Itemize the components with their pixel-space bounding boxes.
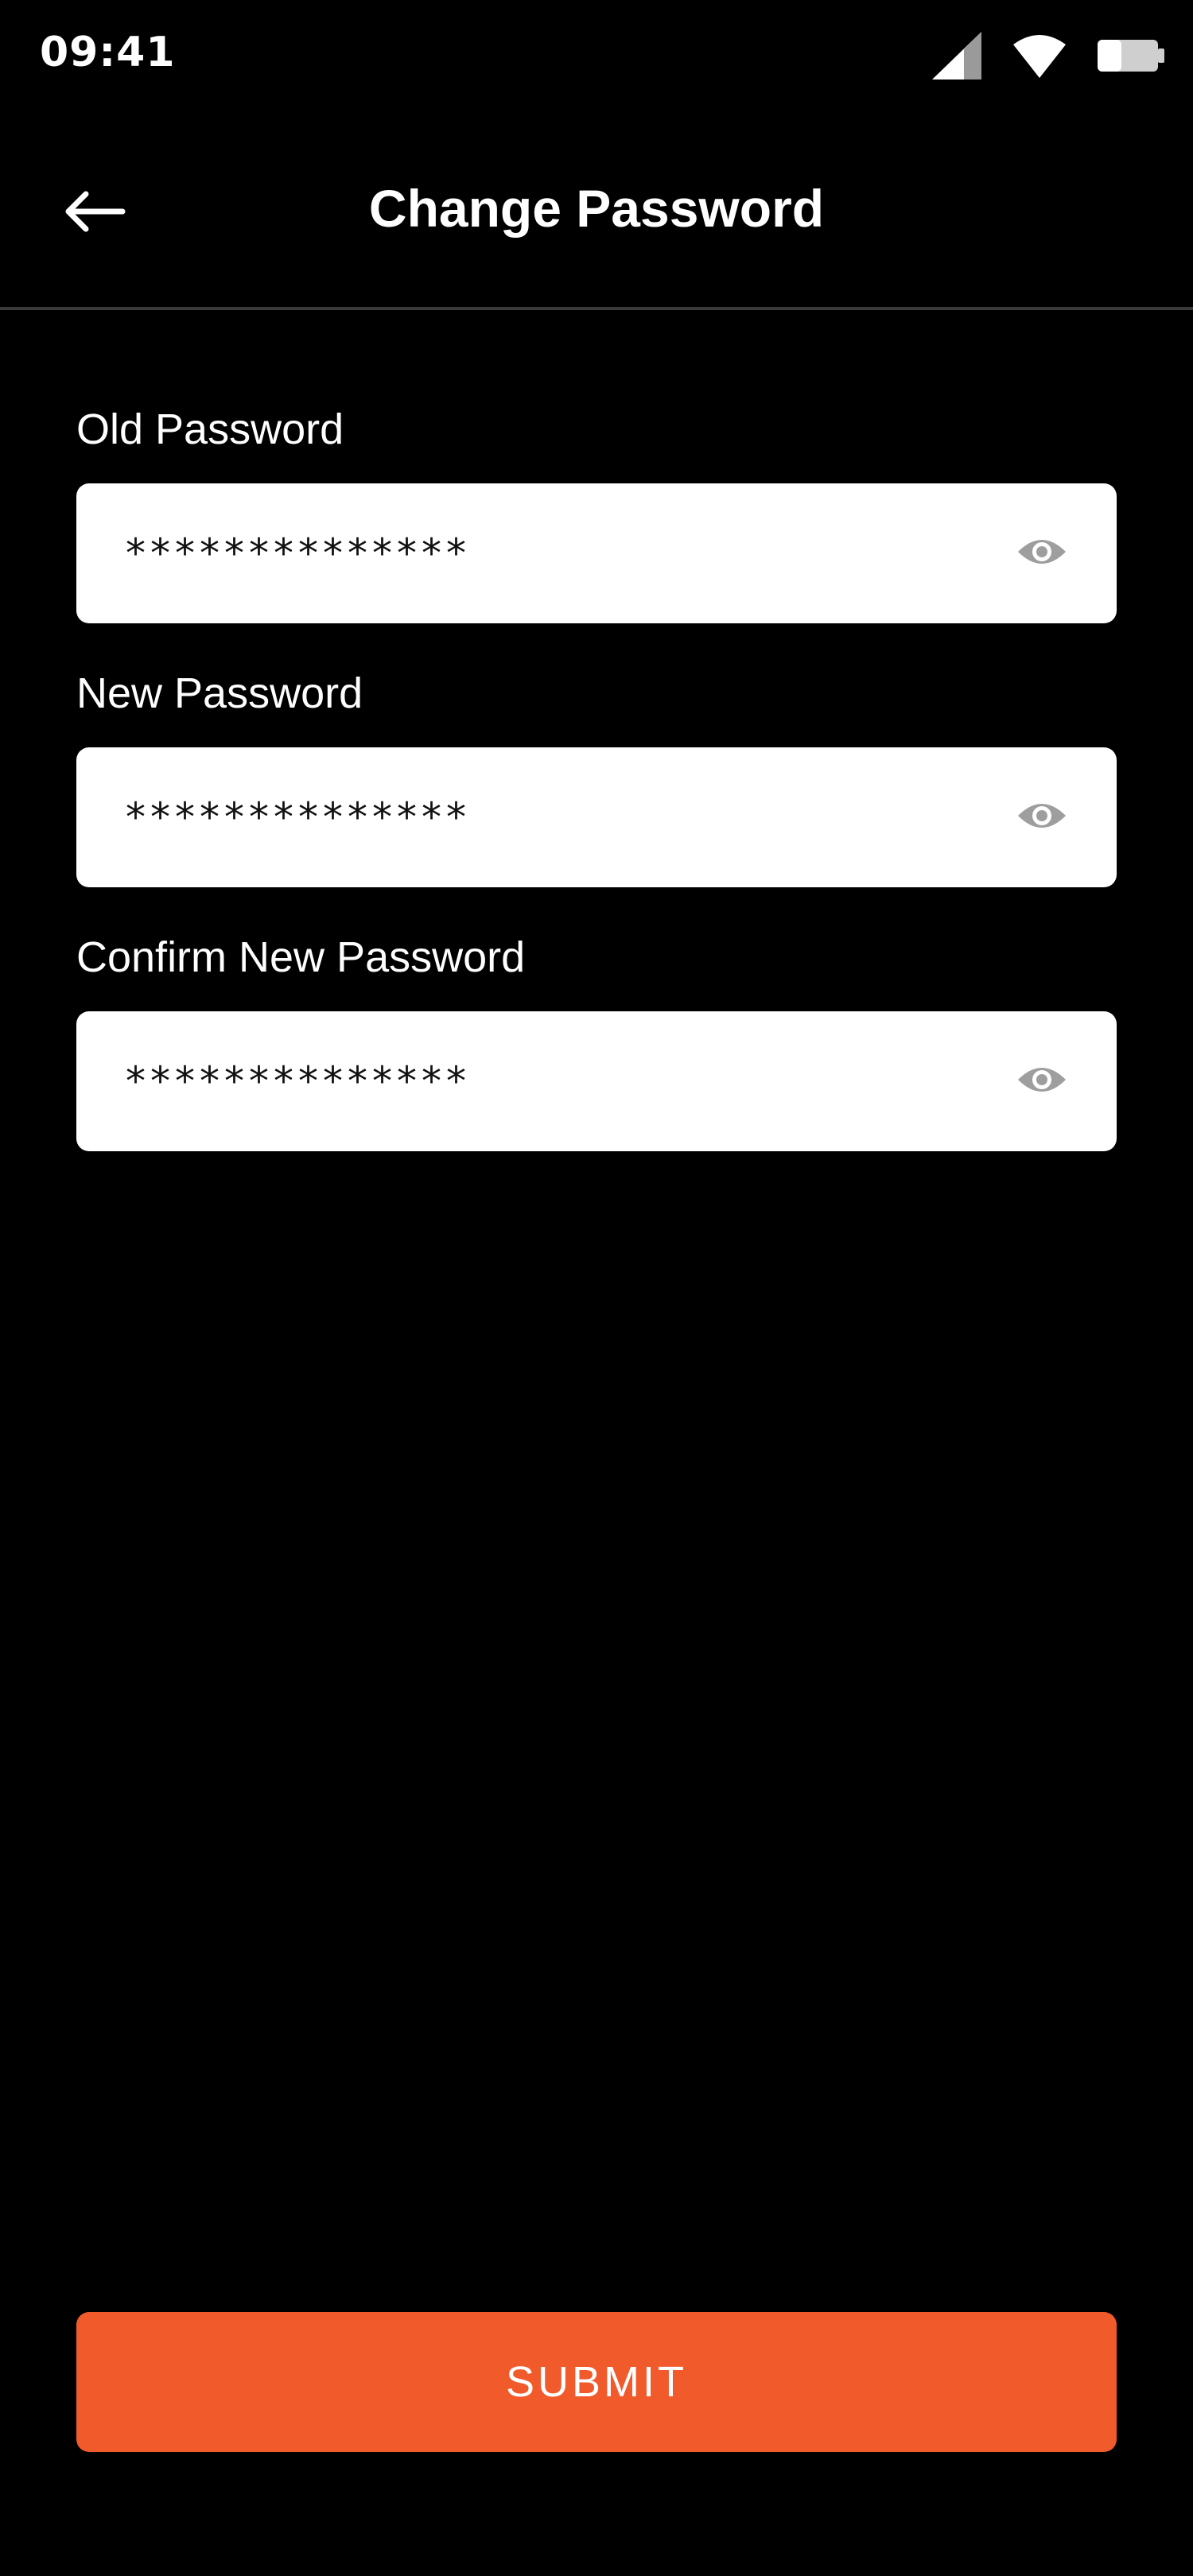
old-password-input[interactable] [126,483,921,623]
cellular-signal-icon [932,32,981,80]
submit-button[interactable]: SUBMIT [76,2312,1117,2452]
confirm-password-group: Confirm New Password [76,925,1117,1151]
status-time: 09:41 [40,29,176,76]
old-password-label: Old Password [76,405,344,453]
confirm-password-label: Confirm New Password [76,933,526,981]
new-password-label: New Password [76,669,363,717]
toggle-confirm-password-visibility[interactable] [1016,1057,1067,1105]
eye-icon [1016,534,1067,573]
eye-icon [1016,1062,1067,1101]
new-password-input[interactable] [126,747,921,887]
new-password-group: New Password [76,661,1117,887]
eye-icon [1016,798,1067,837]
status-bar: 09:41 [0,0,1193,111]
old-password-field [76,483,1117,623]
page-title: Change Password [368,179,825,238]
confirm-password-input[interactable] [126,1011,921,1151]
new-password-field [76,747,1117,887]
status-icons [932,32,1164,80]
old-password-group: Old Password [76,398,1117,623]
confirm-password-field [76,1011,1117,1151]
wifi-icon [1013,33,1066,78]
app-bar: Change Password [0,111,1193,310]
battery-icon [1098,38,1164,73]
toggle-old-password-visibility[interactable] [1016,530,1067,577]
toggle-new-password-visibility[interactable] [1016,793,1067,841]
